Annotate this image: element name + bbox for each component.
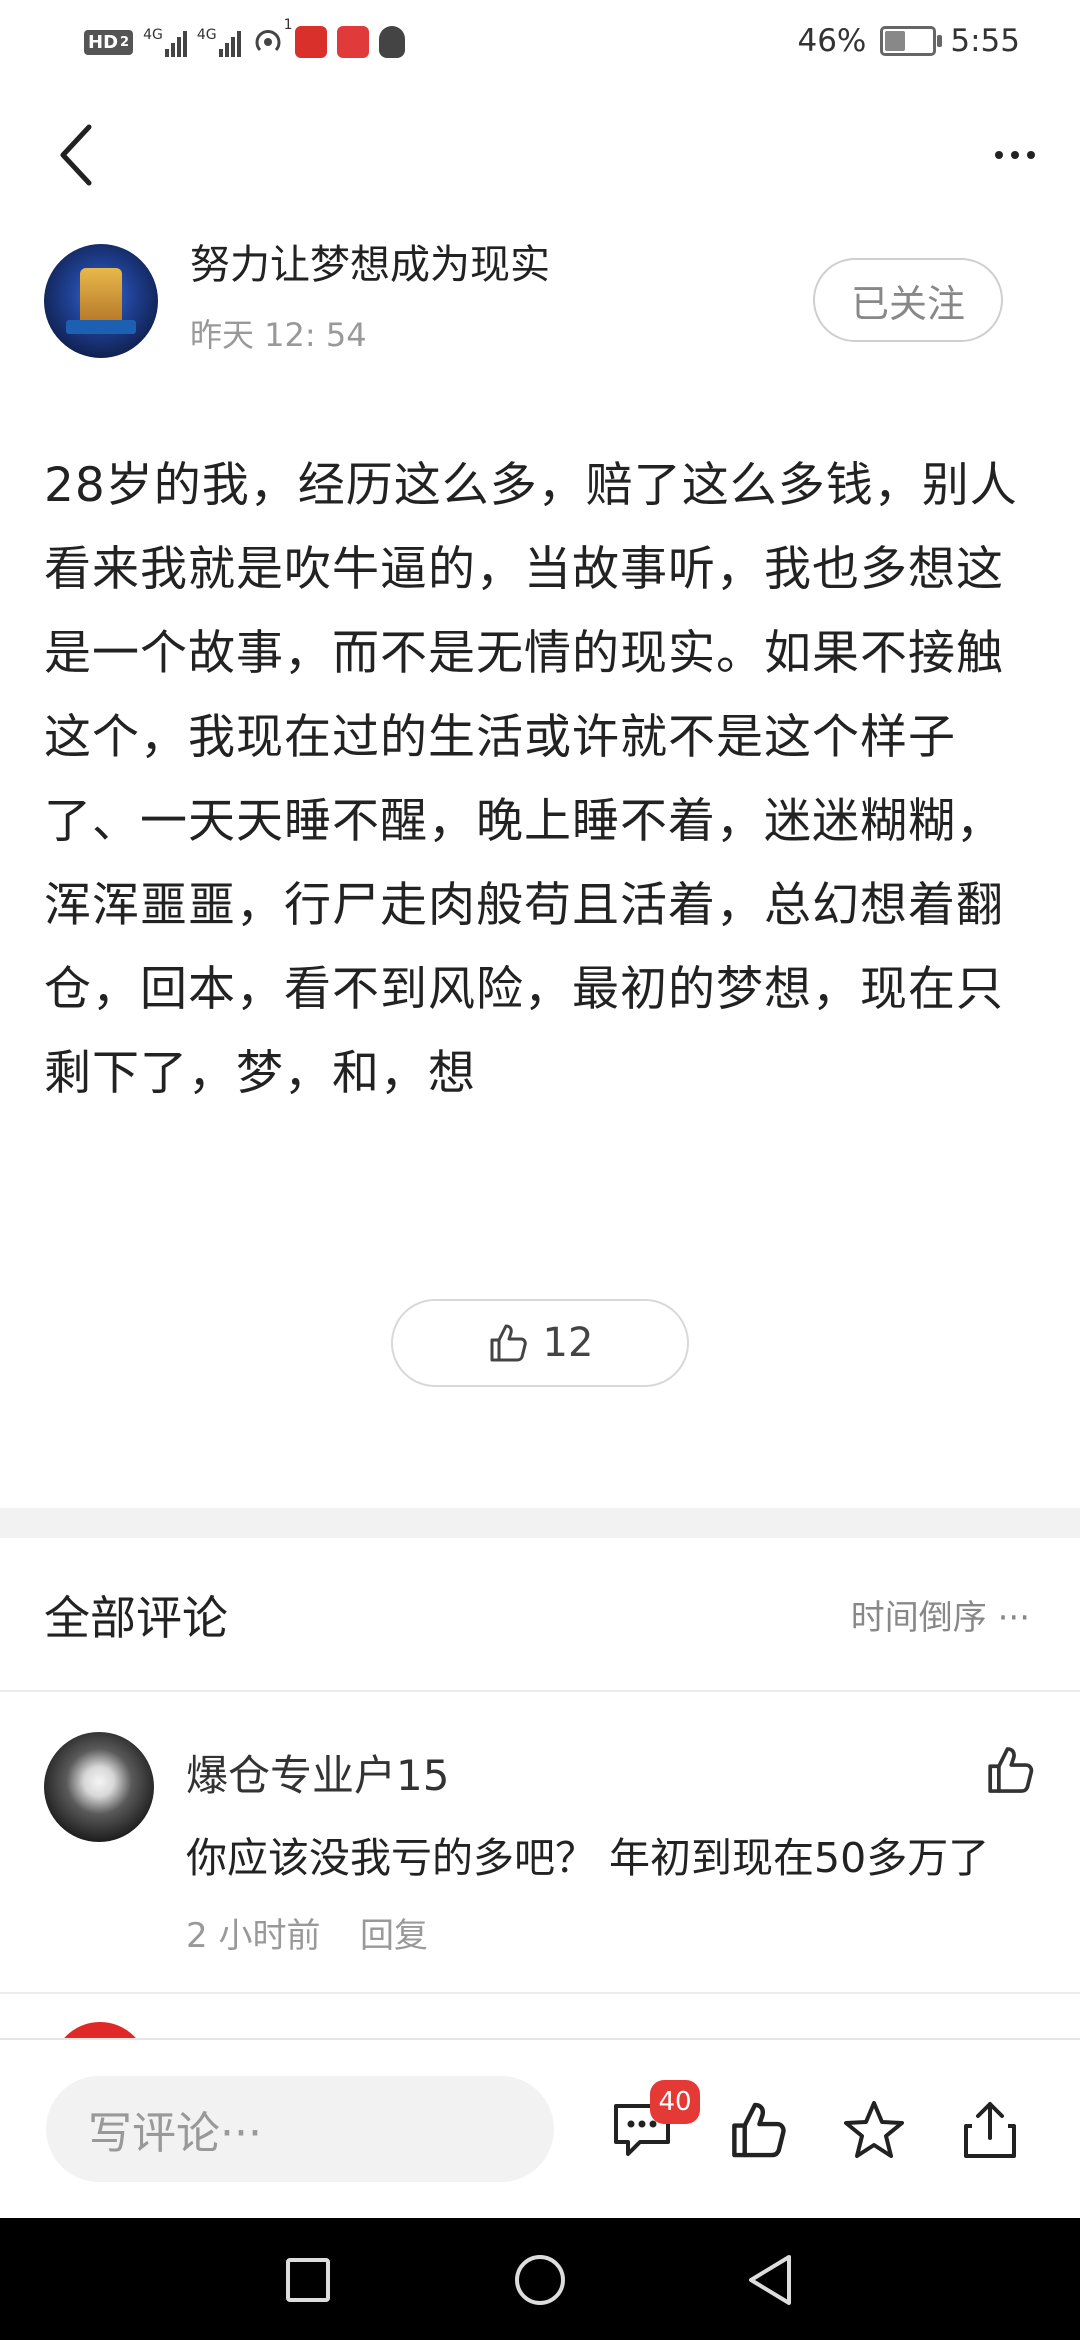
back-nav-button[interactable] — [730, 2240, 810, 2320]
share-icon — [964, 2102, 1016, 2158]
author-name[interactable]: 努力让梦想成为现实 — [190, 232, 550, 290]
favorite-button[interactable] — [838, 2094, 910, 2166]
post-time: 昨天 12: 54 — [190, 316, 367, 354]
like-button[interactable]: 12 — [391, 1299, 689, 1387]
status-right: 46% 5:55 — [797, 16, 1020, 66]
thumbs-up-icon — [490, 1324, 527, 1362]
sort-button[interactable]: 时间倒序 ··· — [851, 1590, 1030, 1639]
square-icon — [286, 2258, 330, 2302]
book-app-icon — [336, 26, 369, 58]
thumbs-up-icon — [988, 1747, 1034, 1793]
comment-time: 2 小时前 — [186, 1916, 321, 1956]
comment-text: 你应该没我亏的多吧？ 年初到现在50多万了 — [186, 1834, 990, 1882]
battery-level — [885, 31, 905, 51]
hotspot-icon: 1 — [251, 17, 293, 59]
divider — [0, 1690, 1080, 1692]
follow-button[interactable]: 已关注 — [813, 258, 1003, 342]
circle-icon — [515, 2255, 565, 2305]
signal-icon-1: 4G — [143, 27, 187, 57]
signal-icon-2: 4G — [197, 27, 241, 57]
star-icon — [844, 2101, 904, 2158]
comment-username[interactable]: 爆仓专业户15 — [186, 1742, 449, 1803]
recents-button[interactable] — [268, 2240, 348, 2320]
app-notification-icon-red — [294, 26, 327, 58]
comment-like-button[interactable] — [984, 1744, 1036, 1796]
home-button[interactable] — [500, 2240, 580, 2320]
status-bar: HD 2 4G 4G 1 46% 5:55 — [0, 0, 1080, 84]
hd-indicator: HD 2 — [84, 29, 134, 55]
back-button[interactable] — [40, 110, 110, 200]
chevron-left-icon — [60, 124, 92, 186]
clock: 5:55 — [950, 23, 1020, 59]
reply-button[interactable]: 回复 — [360, 1908, 428, 1957]
section-divider — [0, 1508, 1080, 1538]
more-button[interactable] — [970, 110, 1060, 200]
comment-count-badge: 40 — [650, 2080, 700, 2124]
battery-icon — [880, 26, 943, 56]
qq-icon — [378, 26, 405, 58]
more-dots-icon — [995, 151, 1003, 159]
comment-avatar[interactable] — [44, 1732, 154, 1842]
post-content: 28岁的我，经历这么多，赔了这么多钱，别人看来我就是吹牛逼的，当故事听，我也多想… — [44, 458, 1018, 1101]
comment-input[interactable]: 写评论··· — [46, 2076, 554, 2182]
like-count: 12 — [542, 1320, 594, 1366]
author-avatar[interactable] — [44, 244, 158, 358]
share-button[interactable] — [954, 2094, 1026, 2166]
status-indicators: HD 2 4G 4G 1 — [84, 17, 405, 64]
divider — [0, 1992, 1080, 1994]
comments-title: 全部评论 — [44, 1591, 228, 1645]
like-post-button[interactable] — [722, 2094, 794, 2166]
battery-percent: 46% — [797, 23, 867, 59]
thumbs-up-icon — [732, 2102, 786, 2158]
triangle-back-icon — [749, 2255, 791, 2305]
